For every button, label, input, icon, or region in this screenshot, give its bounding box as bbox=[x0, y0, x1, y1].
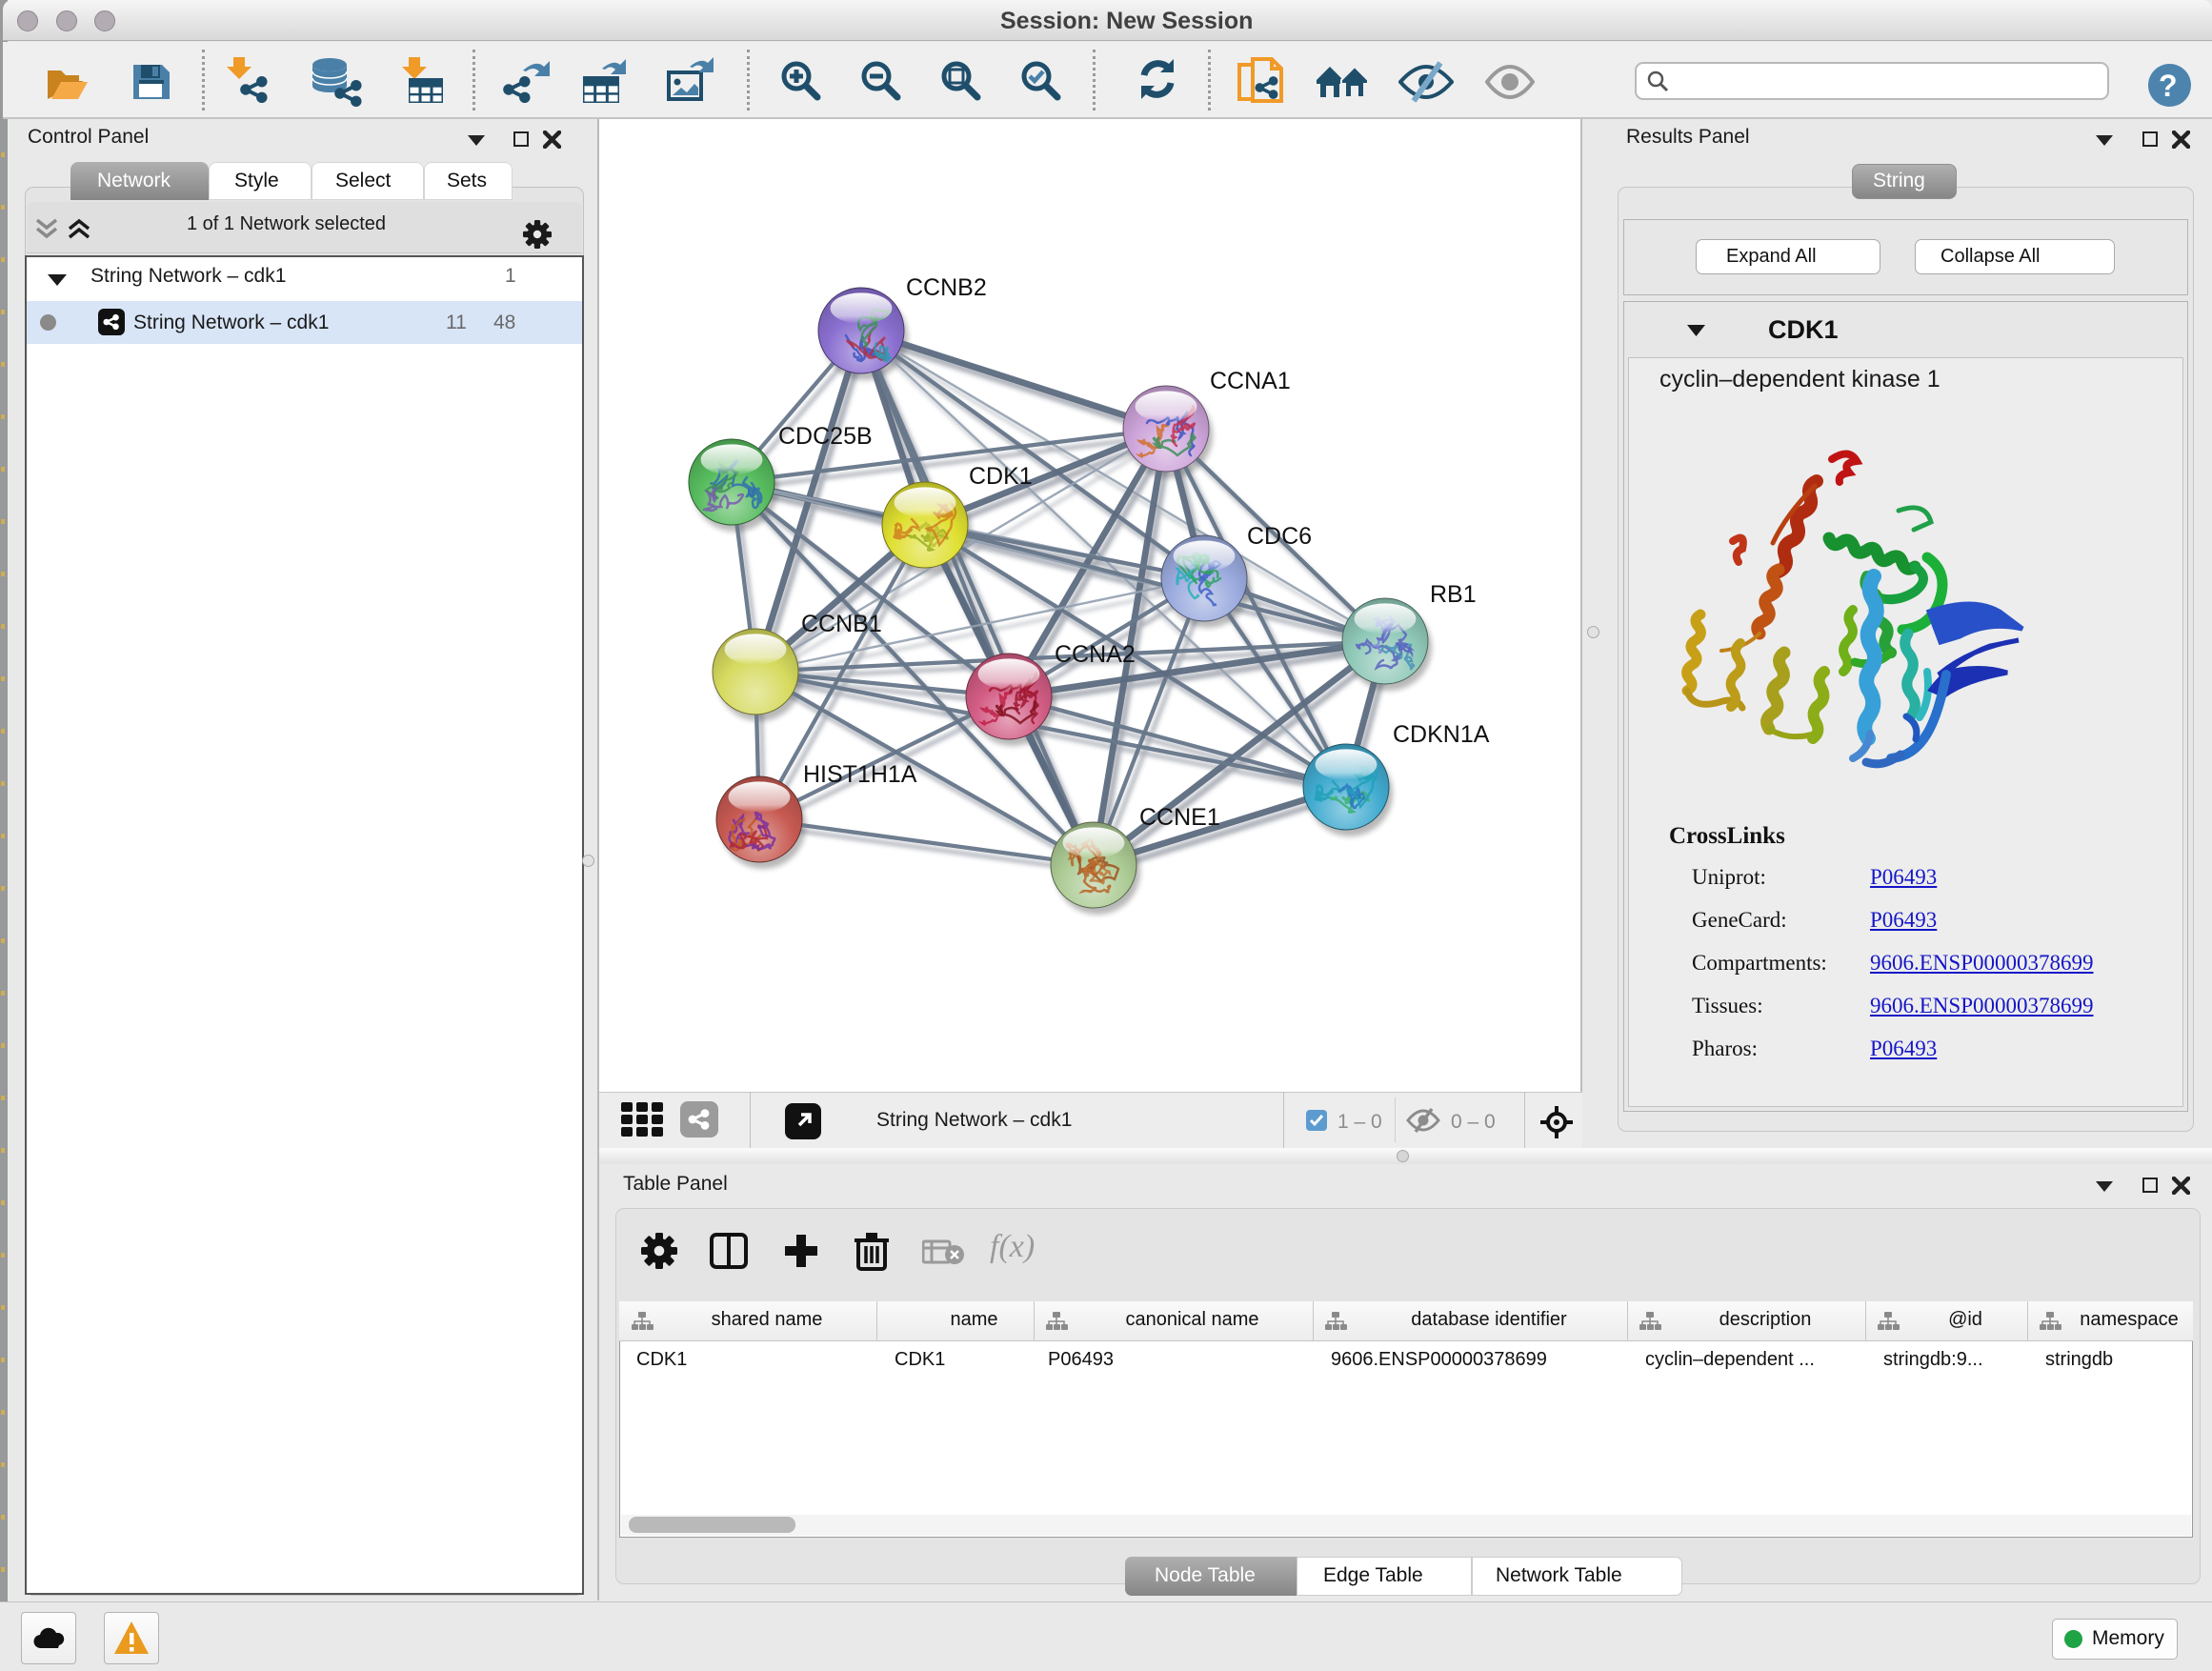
svg-text:CDKN1A: CDKN1A bbox=[1393, 721, 1490, 748]
svg-text:CDC25B: CDC25B bbox=[778, 423, 873, 450]
svg-text:HIST1H1A: HIST1H1A bbox=[803, 761, 917, 788]
svg-text:CCNB2: CCNB2 bbox=[906, 274, 987, 301]
svg-text:CCNA2: CCNA2 bbox=[1055, 641, 1136, 668]
svg-text:RB1: RB1 bbox=[1430, 581, 1477, 608]
svg-text:CDC6: CDC6 bbox=[1247, 523, 1312, 550]
svg-text:CDK1: CDK1 bbox=[969, 463, 1033, 490]
svg-text:CCNA1: CCNA1 bbox=[1210, 368, 1291, 394]
svg-text:CCNE1: CCNE1 bbox=[1139, 804, 1220, 831]
svg-text:CCNB1: CCNB1 bbox=[801, 611, 882, 637]
